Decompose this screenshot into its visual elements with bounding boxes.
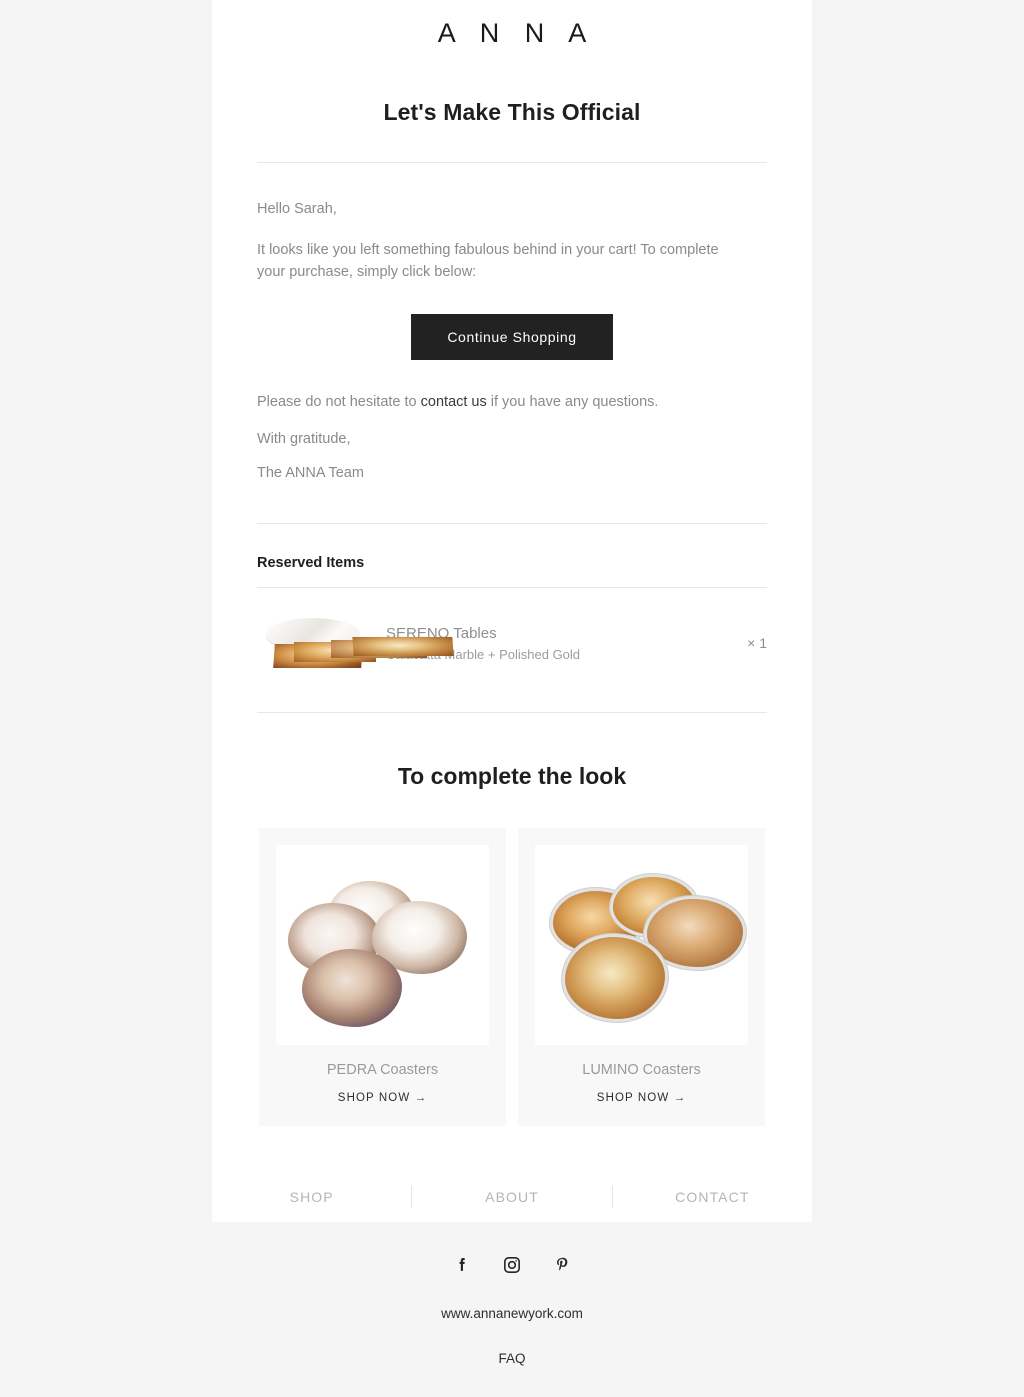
marble-oval-table-image [257, 610, 454, 676]
product-card-pedra[interactable]: PEDRA Coasters SHOP NOW → [259, 828, 506, 1127]
item-quantity: × 1 [747, 635, 767, 652]
brand-logo: A N N A [437, 18, 596, 48]
product-card-lumino[interactable]: LUMINO Coasters SHOP NOW → [518, 828, 765, 1127]
agate-coasters-amber-image [535, 845, 748, 1046]
recommendations-title: To complete the look [397, 763, 627, 790]
divider-middle [257, 523, 767, 525]
agate-coasters-neutral-image [276, 845, 489, 1046]
email-body: Hello Sarah, It looks like you left some… [212, 199, 812, 481]
intro-text: It looks like you left something fabulou… [257, 241, 719, 281]
outro-text-before: Please do not hesitate to [257, 393, 421, 410]
signoff-text: With gratitude, [257, 431, 351, 448]
site-url-text: www.annanewyork.com [441, 1306, 583, 1321]
page-title: Let's Make This Official [383, 99, 641, 125]
faq-link[interactable]: FAQ [498, 1351, 525, 1366]
footer-link-shop[interactable]: SHOP [212, 1189, 411, 1205]
brand-header: A N N A [212, 0, 812, 49]
shop-now-link-pedra[interactable]: SHOP NOW → [338, 1092, 427, 1104]
recommendations-grid: PEDRA Coasters SHOP NOW → LUMINO Coaster… [212, 828, 812, 1127]
table-row[interactable]: SERENO Tables Calacatta Marble + Polishe… [212, 588, 812, 676]
footer-navigation: SHOP ABOUT CONTACT [212, 1186, 812, 1209]
cta-container: Continue Shopping [257, 313, 767, 360]
footer-link-about[interactable]: ABOUT [412, 1189, 611, 1205]
product-name: PEDRA Coasters [326, 1062, 439, 1079]
outro-text-after: if you have any questions. [486, 393, 659, 410]
email-preview-page: A N N A Let's Make This Official Hello S… [0, 0, 1024, 1397]
email-card: A N N A Let's Make This Official Hello S… [212, 0, 812, 1222]
outer-footer: www.annanewyork.com FAQ [212, 1222, 812, 1368]
product-name: LUMINO Coasters [582, 1062, 701, 1079]
outro-text: Please do not hesitate to contact us if … [257, 392, 767, 414]
instagram-icon[interactable] [501, 1254, 523, 1276]
facebook-icon[interactable] [451, 1254, 473, 1276]
divider-bottom [257, 712, 767, 714]
shop-now-link-lumino[interactable]: SHOP NOW → [597, 1092, 686, 1104]
footer-link-contact[interactable]: CONTACT [613, 1189, 812, 1205]
continue-shopping-button[interactable]: Continue Shopping [411, 313, 613, 360]
team-text: The ANNA Team [257, 465, 364, 482]
contact-us-link[interactable]: contact us [421, 394, 487, 410]
reserved-items-heading: Reserved Items [257, 555, 365, 572]
pinterest-icon[interactable] [551, 1254, 573, 1276]
greeting-text: Hello Sarah, [257, 201, 337, 217]
divider-top [257, 162, 767, 163]
social-links [212, 1254, 812, 1276]
